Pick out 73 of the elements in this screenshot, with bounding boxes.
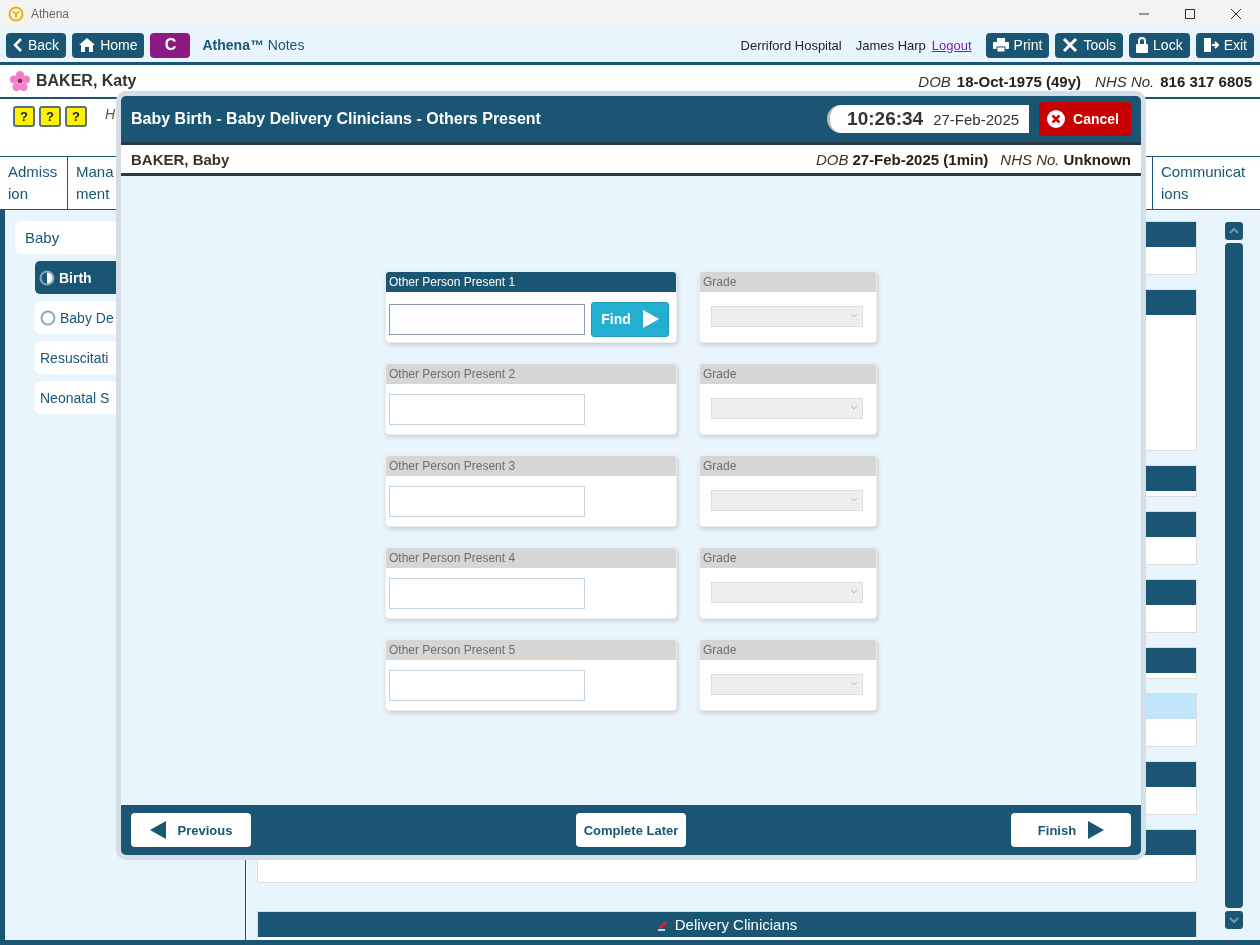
patient-name: BAKER, Baby: [131, 150, 230, 168]
flower-icon: [10, 71, 30, 91]
chevron-down-icon: [850, 589, 858, 595]
nhs-label: NHS No.: [1000, 150, 1060, 168]
lock-button[interactable]: Lock: [1129, 32, 1190, 58]
nhs-value: Unknown: [1063, 150, 1131, 168]
pencil-icon: [656, 918, 669, 931]
field-label: Grade: [700, 271, 876, 292]
chevron-down-icon: [850, 681, 858, 687]
exit-button[interactable]: Exit: [1195, 32, 1254, 58]
scroll-down-icon[interactable]: [1224, 911, 1243, 929]
scroll-up-icon[interactable]: [1224, 222, 1243, 240]
chevron-down-icon: [850, 405, 858, 411]
alert-icon[interactable]: ?: [65, 106, 87, 127]
dob-value: 27-Feb-2025 (1min): [852, 150, 989, 168]
alert-text: H: [105, 106, 116, 122]
play-icon: [642, 310, 659, 328]
tools-button[interactable]: Tools: [1055, 32, 1124, 58]
grade-select[interactable]: [711, 581, 863, 603]
back-button[interactable]: Back: [6, 32, 67, 58]
patient-name: BAKER, Katy: [36, 72, 137, 90]
logout-link[interactable]: Logout: [931, 37, 972, 53]
triangle-right-icon: [1088, 821, 1105, 839]
finish-button[interactable]: Finish: [1011, 813, 1131, 847]
complete-later-button[interactable]: Complete Later: [575, 813, 687, 847]
print-button[interactable]: Print: [985, 32, 1050, 58]
field-label: Grade: [700, 639, 876, 660]
previous-button[interactable]: Previous: [131, 813, 251, 847]
circle-icon: [40, 309, 56, 326]
field-label: Other Person Present 2: [386, 363, 676, 384]
grade-select[interactable]: [711, 305, 863, 327]
person-input[interactable]: [389, 303, 585, 335]
dob-label: DOB: [918, 72, 951, 90]
nhs-label: NHS No.: [1095, 72, 1155, 90]
panel-header[interactable]: Delivery Clinicians: [258, 912, 1196, 937]
user-name: James Harp: [855, 37, 926, 53]
alert-icon[interactable]: ?: [39, 106, 61, 127]
grade-select[interactable]: [711, 489, 863, 511]
close-icon: [1047, 110, 1066, 128]
field-label: Other Person Present 1: [386, 271, 676, 292]
home-button[interactable]: Home: [72, 32, 145, 58]
app-name: Athena™ Notes: [202, 37, 305, 53]
dob-value: 18-Oct-1975 (49y): [956, 72, 1082, 90]
grade-select[interactable]: [711, 673, 863, 695]
close-icon[interactable]: [1230, 8, 1242, 20]
field-label: Grade: [700, 455, 876, 476]
nhs-value: 816 317 6805: [1160, 72, 1252, 90]
cancel-button[interactable]: Cancel: [1039, 102, 1131, 136]
field-label: Other Person Present 3: [386, 455, 676, 476]
field-label: Other Person Present 5: [386, 639, 676, 660]
chevron-left-icon: [13, 38, 23, 52]
field-label: Grade: [700, 363, 876, 384]
field-label: Other Person Present 4: [386, 547, 676, 568]
chevron-down-icon: [850, 313, 858, 319]
window-title: Athena: [31, 7, 70, 21]
clock-display: 10:26:34 27-Feb-2025: [827, 105, 1030, 133]
home-icon: [79, 38, 96, 52]
exit-icon: [1202, 37, 1219, 53]
dob-label: DOB: [815, 150, 849, 168]
grade-select[interactable]: [711, 397, 863, 419]
c-button[interactable]: C: [150, 32, 191, 58]
triangle-left-icon: [149, 821, 166, 839]
half-circle-icon: [39, 269, 55, 286]
printer-icon: [992, 38, 1009, 52]
padlock-icon: [1136, 37, 1149, 53]
chevron-down-icon: [850, 497, 858, 503]
panel-title: Delivery Clinicians: [674, 916, 798, 933]
maximize-icon[interactable]: [1184, 8, 1196, 20]
alert-icon[interactable]: ?: [13, 106, 35, 127]
hospital-name: Derriford Hospital: [740, 37, 842, 53]
dialog-title: Baby Birth - Baby Delivery Clinicians - Others Present: [131, 110, 541, 128]
field-label: Grade: [700, 547, 876, 568]
logo-icon: [8, 6, 24, 22]
